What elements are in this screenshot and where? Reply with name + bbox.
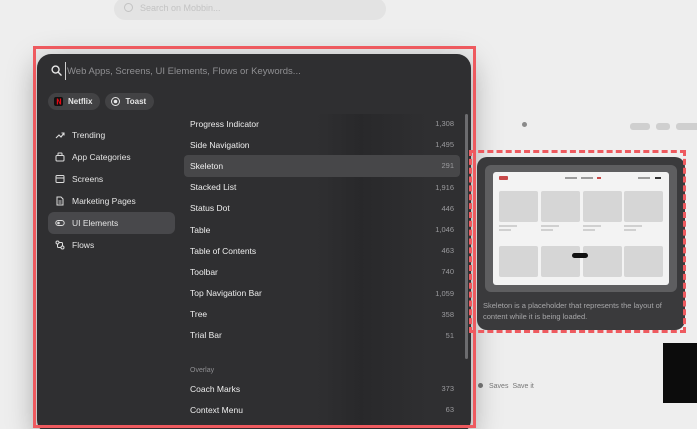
background-nav-pill [630, 123, 650, 130]
background-nav-pill [676, 123, 697, 130]
background-nav-pill [656, 123, 670, 130]
breadcrumb-icon [478, 383, 483, 388]
selection-outline [33, 46, 476, 428]
background-dark-block [663, 343, 697, 403]
preview-highlight-outline [469, 150, 686, 333]
background-search-bar: Search on Mobbin... [114, 0, 386, 20]
search-icon [124, 3, 133, 12]
background-search-placeholder: Search on Mobbin... [140, 3, 221, 13]
background-breadcrumb: Saves Save it [478, 383, 534, 390]
background-dot [522, 122, 527, 127]
